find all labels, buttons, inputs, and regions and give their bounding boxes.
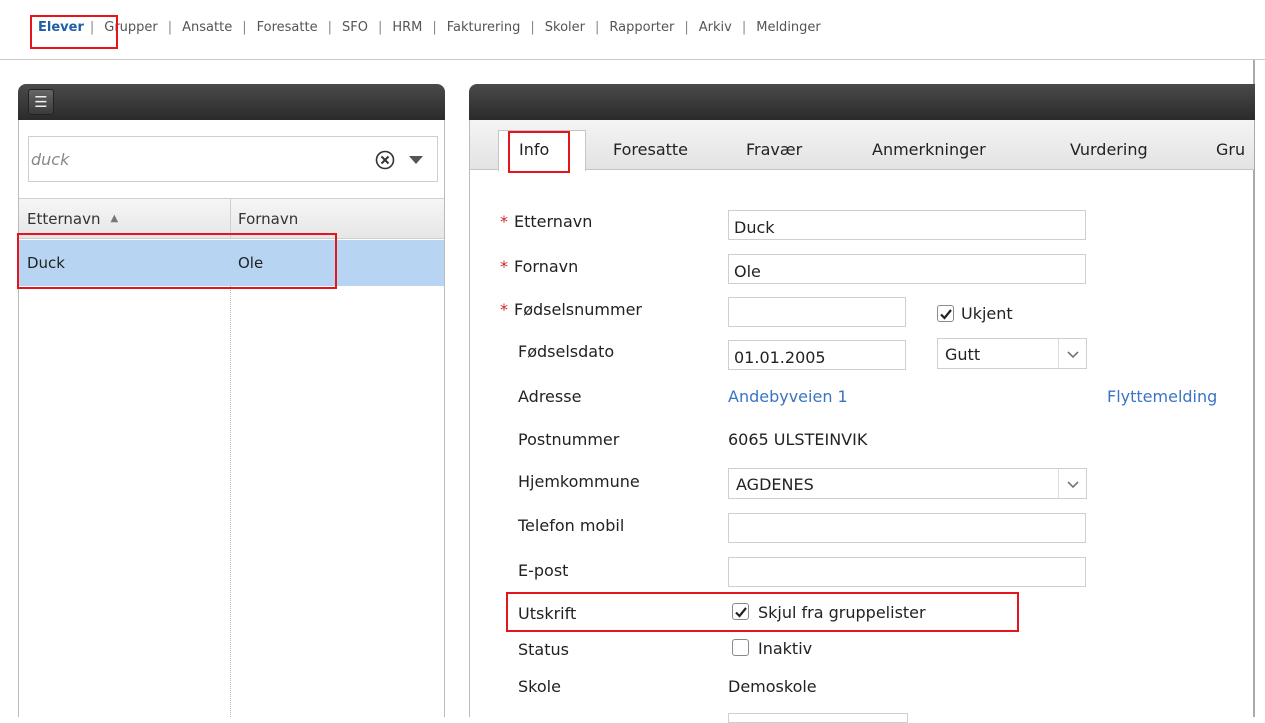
label-epost: E-post <box>518 561 569 580</box>
cell-fornavn: Ole <box>238 254 264 272</box>
inaktiv-checkbox[interactable] <box>732 639 749 656</box>
fornavn-field[interactable] <box>728 254 1086 284</box>
search-input[interactable] <box>29 137 359 181</box>
left-panel-body: Etternavn ▲ Fornavn Duck Ole <box>18 120 445 717</box>
detail-panel-header <box>469 84 1255 120</box>
label-utskrift: Utskrift <box>518 604 577 623</box>
label-text: Etternavn <box>514 212 593 231</box>
column-header-fornavn[interactable]: Fornavn <box>238 199 298 238</box>
cell-etternavn: Duck <box>27 254 65 272</box>
skole-value: Demoskole <box>728 677 817 696</box>
hjemkommune-value: AGDENES <box>736 475 814 494</box>
checkmark-icon <box>735 607 747 618</box>
tab-info[interactable]: Info <box>519 140 549 159</box>
epost-field[interactable] <box>728 557 1086 587</box>
tab-gru[interactable]: Gru <box>1216 140 1245 159</box>
inaktiv-label: Inaktiv <box>758 639 813 658</box>
nav-item-arkiv[interactable]: Arkiv <box>689 20 742 35</box>
skjul-checkbox[interactable] <box>732 603 749 620</box>
menu-icon[interactable]: ☰ <box>28 89 54 115</box>
postnummer-value: 6065 ULSTEINVIK <box>728 430 868 449</box>
column-divider <box>230 199 231 238</box>
table-row[interactable]: Duck Ole <box>19 240 444 286</box>
hjemkommune-select[interactable]: AGDENES <box>728 468 1087 499</box>
label-skole: Skole <box>518 677 561 696</box>
nav-item-foresatte[interactable]: Foresatte <box>247 20 328 35</box>
label-fodselsdato: Fødselsdato <box>518 342 615 361</box>
grid-header: Etternavn ▲ Fornavn <box>19 198 444 239</box>
chevron-down-icon <box>1058 339 1086 368</box>
flyttemelding-link[interactable]: Flyttemelding <box>1107 387 1217 406</box>
sort-ascending-icon: ▲ <box>110 213 119 224</box>
address-link[interactable]: Andebyveien 1 <box>728 387 848 406</box>
nav-item-grupper[interactable]: Grupper <box>94 20 168 35</box>
student-list-panel: ☰ Etternavn ▲ Fornavn Duck Ole <box>18 84 445 717</box>
label-status: Status <box>518 640 569 659</box>
label-fornavn: * Fornavn <box>500 257 578 276</box>
ukjent-label: Ukjent <box>961 304 1013 323</box>
tab-foresatte[interactable]: Foresatte <box>613 140 688 159</box>
gender-select[interactable]: Gutt <box>937 338 1087 369</box>
tab-bar: Info Foresatte Fravær Anmerkninger Vurde… <box>470 120 1254 171</box>
checkmark-icon <box>940 309 952 320</box>
label-fodselsnummer: * Fødselsnummer <box>500 300 642 319</box>
nav-items: Elever | Grupper | Ansatte | Foresatte |… <box>32 20 831 35</box>
nav-item-ansatte[interactable]: Ansatte <box>172 20 242 35</box>
telefon-field[interactable] <box>728 513 1086 543</box>
fodselsdato-field[interactable] <box>728 340 906 370</box>
nav-item-hrm[interactable]: HRM <box>382 20 432 35</box>
nav-item-skoler[interactable]: Skoler <box>535 20 595 35</box>
fodselsnummer-field[interactable] <box>728 297 906 327</box>
required-marker: * <box>500 257 508 276</box>
nav-item-rapporter[interactable]: Rapporter <box>599 20 684 35</box>
gender-value: Gutt <box>945 345 981 364</box>
column-label: Etternavn <box>27 210 101 228</box>
clear-icon[interactable] <box>375 150 395 170</box>
nav-item-meldinger[interactable]: Meldinger <box>746 20 831 35</box>
etternavn-field[interactable] <box>728 210 1086 240</box>
required-marker: * <box>500 300 508 319</box>
partial-field[interactable] <box>728 713 908 723</box>
top-navigation: Elever | Grupper | Ansatte | Foresatte |… <box>0 0 1265 60</box>
nav-item-elever[interactable]: Elever <box>32 20 90 35</box>
tab-anmerkninger[interactable]: Anmerkninger <box>872 140 986 159</box>
label-telefon: Telefon mobil <box>518 516 625 535</box>
label-etternavn: * Etternavn <box>500 212 592 231</box>
column-divider <box>230 286 231 717</box>
ukjent-checkbox[interactable] <box>937 305 954 322</box>
required-marker: * <box>500 212 508 231</box>
search-box <box>28 136 438 182</box>
label-hjemkommune: Hjemkommune <box>518 472 640 491</box>
label-postnummer: Postnummer <box>518 430 620 449</box>
chevron-down-icon <box>1058 469 1086 498</box>
column-header-etternavn[interactable]: Etternavn ▲ <box>27 199 118 238</box>
tab-vurdering[interactable]: Vurdering <box>1070 140 1148 159</box>
label-adresse: Adresse <box>518 387 582 406</box>
nav-item-sfo[interactable]: SFO <box>332 20 378 35</box>
label-text: Fornavn <box>514 257 579 276</box>
tab-fravaer[interactable]: Fravær <box>746 140 802 159</box>
chevron-down-icon[interactable] <box>409 156 423 164</box>
skjul-label: Skjul fra gruppelister <box>758 603 926 622</box>
label-text: Fødselsnummer <box>514 300 642 319</box>
nav-item-fakturering[interactable]: Fakturering <box>437 20 531 35</box>
left-panel-header: ☰ <box>18 84 445 120</box>
